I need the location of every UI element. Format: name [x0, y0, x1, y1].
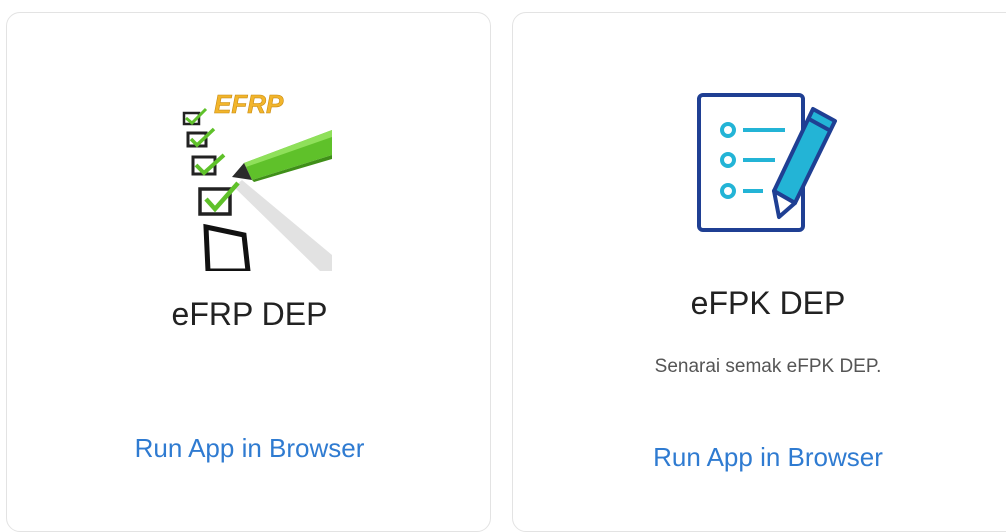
app-title: eFRP DEP — [171, 296, 328, 332]
checklist-pencil-logo-icon: EFRP — [182, 89, 332, 271]
app-card-efpk: eFPK DEP Senarai semak eFPK DEP. Run App… — [512, 12, 1006, 532]
run-app-in-browser-link[interactable]: Run App in Browser — [7, 433, 492, 464]
efrp-logo-text: EFRP — [214, 89, 284, 119]
app-description: Senarai semak eFPK DEP. — [654, 356, 882, 377]
clipboard-list-pencil-icon — [697, 93, 837, 232]
app-title: eFPK DEP — [690, 285, 846, 321]
app-card-efrp: EFRP eFRP DEP Run App in Browser — [6, 12, 491, 532]
run-app-in-browser-link[interactable]: Run App in Browser — [513, 442, 1006, 473]
